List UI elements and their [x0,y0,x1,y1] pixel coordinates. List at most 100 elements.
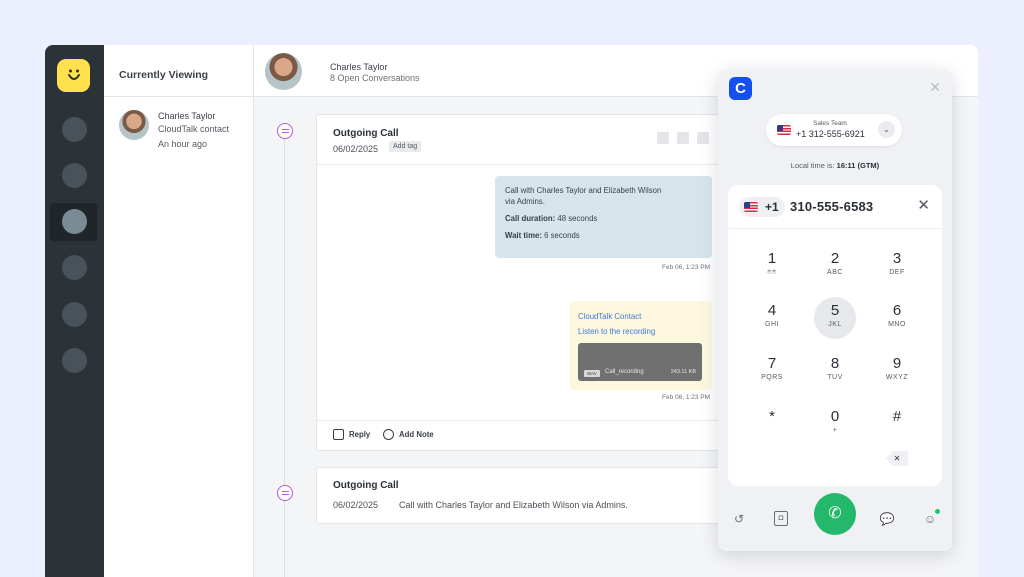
key-3[interactable]: 3 DEF [876,245,918,287]
smile-face-icon[interactable] [57,59,90,92]
rail-item-5[interactable] [62,302,87,327]
chevron-down-icon[interactable]: ⌄ [878,121,895,138]
us-flag-icon [744,202,758,212]
summary-line: Call with Charles Taylor and Elizabeth W… [505,186,662,195]
key-2[interactable]: 2 ABC [814,245,856,287]
caller-id-selector[interactable]: Sales Team +1 312-555-6921 ⌄ [766,114,902,146]
wait-line: Wait time: 6 seconds [505,231,702,242]
file-type-badge: WAV [584,370,600,377]
avatar [265,53,302,90]
dialpad: +1 310-555-6583 ✕ 1 ⌾⌾ 2 ABC 3 DEF 4 GHI 5 JK… [728,185,942,486]
key-letters: + [832,427,838,434]
country-code: +1 [765,200,779,214]
viewer-name: Charles Taylor [158,111,216,121]
note-icon [383,429,394,440]
rail-item-active[interactable] [50,203,97,241]
add-note-label: Add Note [399,430,434,439]
backspace-icon[interactable]: ✕ [886,451,908,466]
wait-label: Wait time: [505,230,542,240]
user-status-icon[interactable]: ☺ [922,509,940,527]
rail-item-6[interactable] [62,348,87,373]
key-6[interactable]: 6 MNO [876,297,918,339]
key-9[interactable]: 9 WXYZ [876,350,918,392]
reply-label: Reply [349,430,371,439]
phone-icon: ✆ [828,505,842,522]
team-number: +1 312-555-6921 [796,129,865,139]
voicemail-icon: ⌾⌾ [767,269,777,276]
country-code-selector[interactable]: +1 [739,197,785,217]
add-tag-button[interactable]: Add tag [389,141,422,152]
rail-item-3[interactable] [62,209,87,234]
key-letters: TUV [827,374,843,381]
call-button[interactable]: ✆ [814,493,856,535]
key-digit: 7 [767,355,777,372]
left-rail [45,45,104,577]
chat-bubble-icon [277,123,293,139]
contacts-icon[interactable]: ◘ [774,511,788,526]
team-label: Sales Team [813,120,847,127]
key-8[interactable]: 8 TUV [814,350,856,392]
call-summary: Call with Charles Taylor and Elizabeth W… [399,500,628,510]
phone-number-input[interactable]: 310-555-6583 [790,199,873,214]
call-card: Outgoing Call 06/02/2025 Add tag Call wi… [316,114,736,451]
contact-subtitle: 8 Open Conversations [330,73,420,83]
divider [104,96,253,97]
key-5[interactable]: 5 JKL [814,297,856,339]
action-button-2[interactable] [677,132,689,144]
timestamp: Feb 06, 1:23 PM [662,394,711,401]
number-row: +1 310-555-6583 ✕ [728,185,942,229]
timeline-line [284,135,285,577]
file-name: Call_recording [605,369,644,375]
card-footer: Reply Add Note [317,420,735,450]
listen-recording-link[interactable]: Listen to the recording [578,327,655,336]
key-star[interactable]: * [751,403,793,445]
summary-line: via Admins. [505,196,545,206]
key-digit: 3 [892,250,902,267]
call-title: Outgoing Call [333,128,399,139]
duration-line: Call duration: 48 seconds [505,214,702,225]
recording-player[interactable]: WAV Call_recording 243.11 KB [578,343,702,381]
key-digit: 1 [767,250,777,267]
rail-item-2[interactable] [62,163,87,188]
clear-icon[interactable]: ✕ [917,196,930,214]
key-1[interactable]: 1 ⌾⌾ [751,245,793,287]
call-card[interactable]: Outgoing Call 06/02/2025 Call with Charl… [316,467,736,524]
key-letters: PQRS [761,374,783,381]
key-0[interactable]: 0 + [814,403,856,445]
close-icon[interactable]: ✕ [929,79,941,96]
key-digit: 9 [892,355,902,372]
contact-link[interactable]: CloudTalk Contact [578,312,641,321]
key-letters: GHI [765,321,779,328]
dialer-widget: C ✕ Sales Team +1 312-555-6921 ⌄ Local t… [718,70,952,551]
key-digit: 4 [767,302,777,319]
rail-item-1[interactable] [62,117,87,142]
call-summary-bubble: Call with Charles Taylor and Elizabeth W… [495,176,712,258]
rail-item-4[interactable] [62,255,87,280]
action-button-1[interactable] [657,132,669,144]
us-flag-icon [777,125,791,135]
reply-button[interactable]: Reply [333,429,370,440]
call-title: Outgoing Call [333,480,399,491]
chat-icon[interactable]: 💬 [879,511,895,527]
cloudtalk-logo-icon: C [729,77,752,100]
key-digit: 6 [892,302,902,319]
key-digit: 0 [830,408,840,425]
action-button-3[interactable] [697,132,709,144]
history-icon[interactable]: ↺ [731,511,747,527]
viewer-subtitle: CloudTalk contact [158,124,230,134]
key-digit: 2 [830,250,840,267]
local-time-value: 16:11 (GTM) [836,161,880,170]
recording-bubble: CloudTalk Contact Listen to the recordin… [570,301,712,390]
key-letters: DEF [889,269,905,276]
currently-viewing-panel: Currently Viewing Charles Taylor CloudTa… [104,45,254,577]
avatar [119,110,149,140]
file-size: 243.11 KB [670,369,696,375]
key-hash[interactable]: # [876,403,918,445]
contact-name: Charles Taylor [330,62,388,72]
duration-value: 48 seconds [557,213,598,223]
call-date: 06/02/2025 [333,500,379,510]
add-note-button[interactable]: Add Note [383,429,434,440]
key-7[interactable]: 7 PQRS [751,350,793,392]
key-4[interactable]: 4 GHI [751,297,793,339]
timestamp: Feb 06, 1:23 PM [662,264,711,271]
